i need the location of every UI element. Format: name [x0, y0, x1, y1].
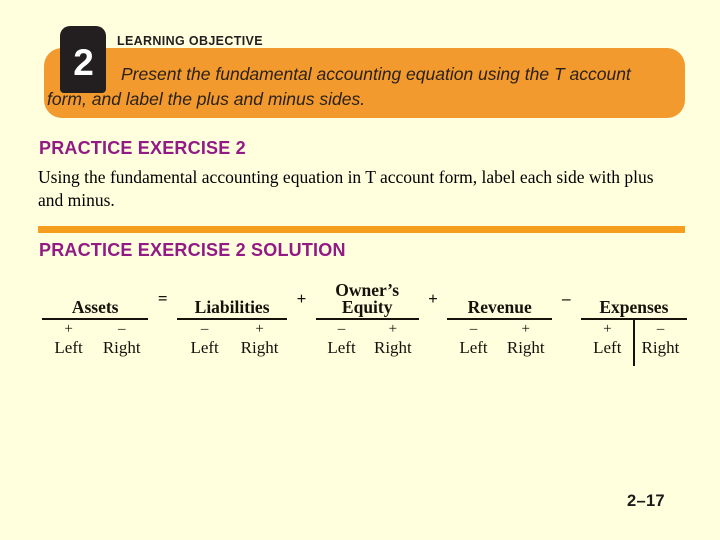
t-account: Liabilities – Left + Right — [177, 282, 288, 368]
practice-exercise-body: Using the fundamental accounting equatio… — [38, 167, 654, 210]
t-account-title-line1: Assets — [71, 297, 119, 317]
equation-operator-2: + — [296, 289, 307, 308]
page-number: 2–17 — [627, 492, 665, 510]
t-account-title-line1: Revenue — [467, 297, 532, 317]
t-account-right-label: Right — [506, 338, 545, 357]
learning-objective-text-line1: Present the fundamental accounting equat… — [121, 64, 631, 84]
practice-exercise-heading: PRACTICE EXERCISE 2 — [39, 138, 246, 158]
t-account-right-side: – Right — [634, 320, 687, 368]
t-account-right-side: + Right — [232, 320, 287, 368]
t-account-title: Revenue — [447, 282, 552, 318]
equation-operator-3: + — [428, 289, 438, 308]
t-account-vertical-rule — [632, 320, 635, 366]
t-account: Revenue – Left + Right — [447, 282, 552, 368]
t-account-sides: – Left + Right — [177, 320, 287, 368]
t-account-left-sign: – — [200, 321, 209, 337]
t-account-right-side: – Right — [95, 320, 148, 368]
t-account-left-sign: – — [337, 321, 346, 337]
t-account-right-sign: + — [255, 321, 264, 337]
t-account-left-side: + Left — [581, 320, 634, 368]
t-account-title: Owner’s Equity — [316, 281, 419, 318]
t-account-right-side: + Right — [367, 320, 418, 368]
t-account-left-side: + Left — [42, 320, 95, 368]
t-account-title: Assets — [42, 282, 148, 318]
equation-operator-4: – — [562, 289, 571, 308]
t-account-left-side: – Left — [316, 320, 367, 368]
t-account-left-label: Left — [190, 338, 219, 357]
t-account-right-label: Right — [102, 338, 141, 357]
t-account: Assets + Left – Right — [42, 282, 149, 368]
t-account-right-label: Right — [374, 338, 412, 357]
t-account-right-sign: – — [656, 321, 665, 337]
t-account-left-label: Left — [327, 338, 356, 357]
slide-canvas: 2 LEARNING OBJECTIVE Present the fundame… — [0, 0, 720, 540]
solution-heading: PRACTICE EXERCISE 2 SOLUTION — [39, 240, 346, 260]
t-account-left-label: Left — [593, 338, 622, 357]
t-account-left-label: Left — [459, 338, 488, 357]
t-account-right-sign: – — [117, 321, 126, 337]
t-account-title-line1: Liabilities — [194, 297, 270, 317]
t-account-sides: – Left + Right — [316, 320, 419, 368]
t-account-sides: – Left + Right — [447, 320, 552, 368]
t-account-title-line2: Equity — [341, 297, 393, 317]
t-account-title: Expenses — [581, 282, 687, 318]
t-account-sides: + Left – Right — [581, 320, 687, 368]
t-account-left-side: – Left — [177, 320, 232, 368]
learning-objective-text-line2: form, and label the plus and minus sides… — [47, 89, 366, 109]
t-account-right-label: Right — [240, 338, 279, 357]
t-account-left-sign: + — [603, 321, 612, 337]
t-account-right-label: Right — [641, 338, 680, 357]
equation-operator-1: = — [157, 289, 168, 308]
t-account-right-sign: + — [521, 321, 530, 337]
t-account-diagram: Assets + Left – Right = Liabilities – Left + Right… — [42, 281, 688, 368]
t-account: Owner’s Equity – Left + Right — [315, 281, 419, 368]
t-account-left-label: Left — [54, 338, 83, 357]
orange-divider-bar — [38, 226, 685, 233]
t-account-left-sign: + — [64, 321, 73, 337]
t-account-right-side: + Right — [500, 320, 552, 368]
t-account-title: Liabilities — [177, 282, 287, 318]
t-account-left-sign: – — [469, 321, 478, 337]
t-account-sides: + Left – Right — [42, 320, 148, 368]
learning-objective-text: Present the fundamental accounting equat… — [47, 62, 677, 112]
t-account: Expenses + Left – Right — [580, 282, 688, 368]
t-account-right-sign: + — [388, 321, 398, 337]
t-account-title-line1: Expenses — [599, 297, 669, 317]
t-account-left-side: – Left — [447, 320, 499, 368]
learning-objective-label: LEARNING OBJECTIVE — [117, 34, 263, 48]
